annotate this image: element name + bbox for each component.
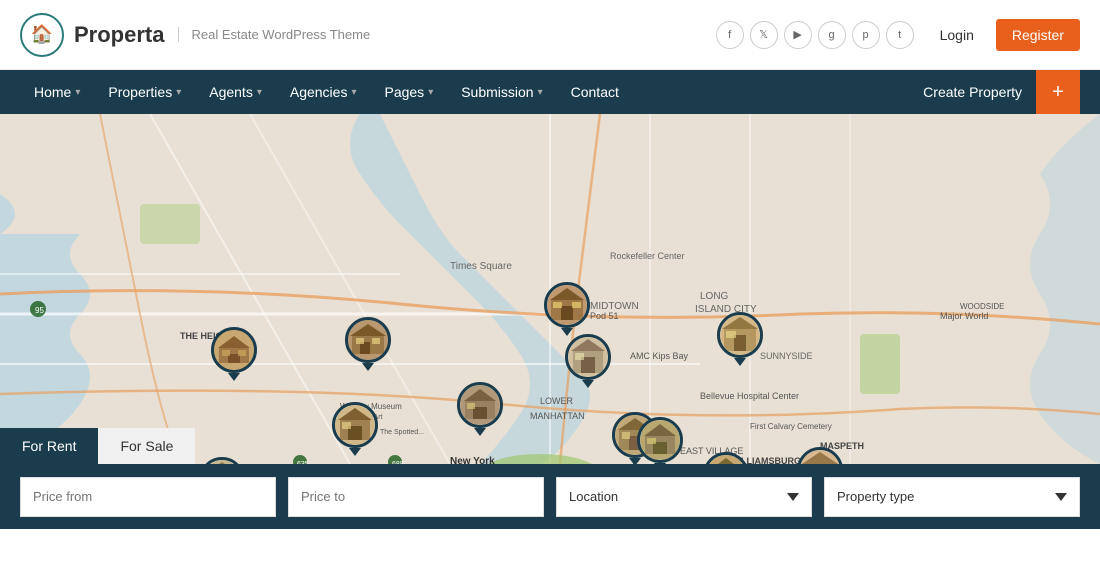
tab-for-sale[interactable]: For Sale: [98, 428, 195, 464]
location-select[interactable]: Location New York Manhattan Brooklyn Que…: [556, 477, 812, 517]
add-icon[interactable]: +: [1036, 70, 1080, 114]
nav-item-home[interactable]: Home ▾: [20, 70, 94, 114]
chevron-down-icon: ▾: [428, 87, 433, 98]
svg-text:The Spotted...: The Spotted...: [380, 429, 424, 436]
property-type-select[interactable]: Property type Apartment House Studio Vil…: [824, 477, 1080, 517]
logo-icon[interactable]: 🏠: [20, 13, 64, 57]
map-pin-11[interactable]: [703, 452, 749, 464]
svg-text:First Calvary Cemetery: First Calvary Cemetery: [750, 422, 832, 431]
nav-item-agents[interactable]: Agents ▾: [195, 70, 276, 114]
youtube-icon[interactable]: ▶: [784, 21, 812, 49]
create-property-button[interactable]: Create Property: [909, 70, 1036, 114]
map-pin-9[interactable]: [637, 417, 683, 464]
login-button[interactable]: Login: [930, 21, 984, 49]
svg-text:AMC Kips Bay: AMC Kips Bay: [630, 351, 689, 361]
site-title: Properta: [74, 22, 164, 48]
svg-text:New York: New York: [450, 456, 495, 464]
map-pin-2[interactable]: [345, 317, 391, 369]
navbar: Home ▾ Properties ▾ Agents ▾ Agencies ▾ …: [0, 70, 1100, 114]
nav-item-pages[interactable]: Pages ▾: [370, 70, 447, 114]
tab-for-rent[interactable]: For Rent: [0, 428, 98, 464]
chevron-down-icon: ▾: [176, 87, 181, 98]
nav-item-agencies[interactable]: Agencies ▾: [276, 70, 371, 114]
googleplus-icon[interactable]: g: [818, 21, 846, 49]
map-pin-10[interactable]: [717, 312, 763, 364]
svg-text:Major World: Major World: [940, 311, 988, 321]
register-button[interactable]: Register: [996, 19, 1080, 51]
social-icons: f 𝕏 ▶ g p t Login Register: [716, 19, 1080, 51]
nav-item-submission[interactable]: Submission ▾: [447, 70, 556, 114]
chevron-down-icon: ▾: [538, 87, 543, 98]
logo-area: 🏠 Properta Real Estate WordPress Theme: [20, 13, 370, 57]
search-bar: Location New York Manhattan Brooklyn Que…: [0, 464, 1100, 529]
map-area[interactable]: Times Square Rockefeller Center MIDTOWN …: [0, 114, 1100, 464]
pinterest-icon[interactable]: p: [852, 21, 880, 49]
nav-item-properties[interactable]: Properties ▾: [94, 70, 195, 114]
header: 🏠 Properta Real Estate WordPress Theme f…: [0, 0, 1100, 70]
price-to-input[interactable]: [288, 477, 544, 517]
map-pin-6[interactable]: [544, 282, 590, 334]
tabs-area: For Rent For Sale: [0, 428, 195, 464]
svg-text:LONG: LONG: [700, 291, 729, 302]
map-pin-3[interactable]: [332, 402, 378, 454]
site-tagline: Real Estate WordPress Theme: [178, 27, 370, 42]
svg-text:MANHATTAN: MANHATTAN: [530, 411, 585, 421]
twitter-icon[interactable]: 𝕏: [750, 21, 778, 49]
svg-text:Rockefeller Center: Rockefeller Center: [610, 251, 685, 261]
facebook-icon[interactable]: f: [716, 21, 744, 49]
svg-text:Pod 51: Pod 51: [590, 311, 619, 321]
svg-text:SUNNYSIDE: SUNNYSIDE: [760, 351, 813, 361]
price-from-input[interactable]: [20, 477, 276, 517]
map-pin-12[interactable]: [797, 447, 843, 464]
map-pin-7[interactable]: [565, 334, 611, 386]
chevron-down-icon: ▾: [351, 87, 356, 98]
svg-text:WOODSIDE: WOODSIDE: [960, 302, 1004, 311]
svg-text:95: 95: [35, 306, 44, 315]
map-pin-5[interactable]: [457, 382, 503, 434]
map-pin-4[interactable]: [199, 457, 245, 464]
chevron-down-icon: ▾: [75, 87, 80, 98]
svg-text:Times Square: Times Square: [450, 261, 512, 272]
map-pin-1[interactable]: [211, 327, 257, 379]
svg-text:LOWER: LOWER: [540, 396, 574, 406]
chevron-down-icon: ▾: [257, 87, 262, 98]
svg-text:Bellevue Hospital Center: Bellevue Hospital Center: [700, 391, 799, 401]
tumblr-icon[interactable]: t: [886, 21, 914, 49]
nav-item-contact[interactable]: Contact: [557, 70, 633, 114]
